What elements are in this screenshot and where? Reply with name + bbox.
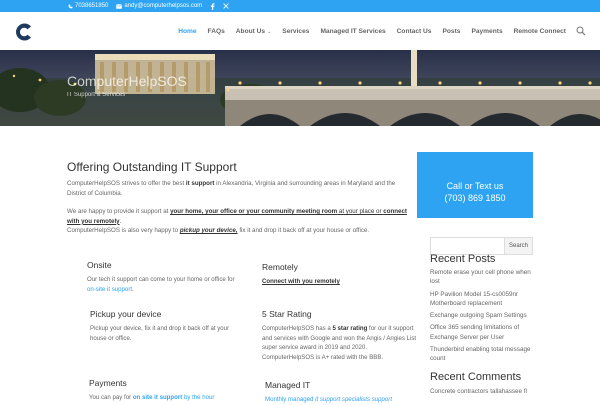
nav-about-us-label: About Us (235, 27, 266, 35)
feature-payments: Payments You can pay for on site it supp… (89, 378, 244, 403)
recent-post-link[interactable]: Office 365 sending limitations of Exchan… (430, 323, 536, 342)
nav-faqs[interactable]: FAQs (208, 28, 225, 35)
feature-title: Managed IT (265, 380, 311, 390)
facebook-icon (210, 2, 215, 10)
p2-text-f: ComputerHelpSOS is also very happy to (67, 227, 180, 235)
cta-phone-number: (703) 869 1850 (444, 193, 506, 203)
hero-banner: ComputerHelpSOS IT Support & Services (0, 50, 600, 126)
feature-title: Onsite (87, 260, 112, 270)
feature-onsite: Onsite Our tech it support can come to y… (87, 260, 242, 294)
nav-contact-us[interactable]: Contact Us (397, 28, 432, 35)
star-text-a: ComputerHelpSOS has a (262, 325, 333, 332)
nav-services[interactable]: Services (282, 28, 309, 35)
recent-post-link[interactable]: HP Pavilion Model 15-cs0059nr Motherboar… (430, 290, 536, 309)
feature-pickup: Pickup your device Pickup your device, f… (90, 309, 245, 343)
p2-text-h: fix it and drop it back off at your hous… (237, 227, 370, 235)
onsite-text: Our tech it support can come to your hom… (87, 276, 235, 283)
x-twitter-icon (223, 3, 229, 9)
x-twitter-link[interactable] (223, 3, 229, 9)
page-heading: Offering Outstanding IT Support (67, 160, 237, 174)
star-rating-keyword: 5 star rating (332, 325, 368, 332)
recent-posts-list: Remote erase your cell phone when lost H… (430, 268, 536, 367)
nav-home[interactable]: Home (178, 28, 196, 35)
top-bar: 7038651850 andy@computerhelpsos.com (0, 0, 600, 12)
feature-managed-it: Managed IT Monthly managed it support sp… (265, 380, 420, 405)
onsite-text-end: . (132, 285, 134, 293)
intro-paragraph: ComputerHelpSOS strives to offer the bes… (67, 179, 412, 198)
email-address: andy@computerhelpsos.com (124, 3, 203, 9)
cta-line-1: Call or Text us (446, 181, 504, 191)
feature-text: Our tech it support can come to your hom… (87, 275, 242, 294)
p2-text-c: at your place or (337, 208, 384, 216)
nav-about-us[interactable]: About Us ⌄ (236, 28, 272, 35)
recent-comments-heading: Recent Comments (430, 371, 522, 383)
recent-posts-heading: Recent Posts (430, 253, 496, 265)
recent-post-link[interactable]: Exchange outgoing Spam Settings (430, 311, 536, 320)
nav-remote-connect[interactable]: Remote Connect (514, 28, 566, 35)
feature-text: ComputerHelpSOS has a 5 star rating for … (262, 324, 417, 362)
feature-title: Pickup your device (90, 309, 162, 319)
topbar-phone[interactable]: 7038651850 (68, 3, 108, 9)
main-nav: Home FAQs About Us ⌄ Services Managed IT … (178, 12, 566, 50)
feature-text: Connect with you remotely (262, 277, 417, 287)
intro-text-a: ComputerHelpSOS strives to offer the bes… (67, 180, 186, 187)
call-to-action-box[interactable]: Call or Text us (703) 869 1850 (417, 152, 533, 218)
p2-text-e: . (119, 217, 122, 225)
link-connect-with-you-remotely[interactable]: Connect with you remotely (262, 278, 340, 285)
main-content: Offering Outstanding IT Support Computer… (67, 160, 412, 236)
feature-text: Pickup your device, fix it and drop it b… (90, 325, 230, 342)
facebook-link[interactable] (210, 2, 215, 10)
services-paragraph: We are happy to provide it support at yo… (67, 207, 412, 236)
phone-number: 7038651850 (75, 3, 109, 9)
p2-text-a: We are happy to provide it support at (67, 208, 171, 216)
search-icon[interactable] (576, 26, 586, 36)
feature-text: You can pay for on site it support by th… (89, 393, 244, 403)
feature-title: Payments (89, 378, 127, 388)
site-logo[interactable] (14, 22, 34, 42)
link-your-home-office[interactable]: your home, your office or your community… (170, 208, 337, 215)
nav-managed-it[interactable]: Managed IT Services (320, 28, 385, 35)
email-icon (116, 3, 123, 9)
phone-icon (68, 4, 73, 8)
topbar-email[interactable]: andy@computerhelpsos.com (116, 3, 202, 9)
hero-subtitle: IT Support & Services (67, 92, 126, 98)
link-on-site-it-support[interactable]: on-site it support (87, 286, 132, 293)
feature-remotely: Remotely Connect with you remotely (262, 262, 417, 287)
link-pickup-device[interactable]: pickup your device, (180, 227, 238, 234)
nav-payments[interactable]: Payments (471, 28, 502, 35)
recent-post-link[interactable]: Remote erase your cell phone when lost (430, 268, 536, 287)
chevron-down-icon: ⌄ (267, 28, 272, 35)
search-button[interactable]: Search (504, 237, 533, 255)
recent-comment-link[interactable]: Concrete contractors tallahassee fl (430, 388, 527, 395)
hero-title: ComputerHelpSOS (67, 73, 187, 89)
intro-keyword: it support (185, 180, 215, 187)
recent-post-link[interactable]: Thunderbird enabling total message count (430, 345, 536, 364)
feature-5-star: 5 Star Rating ComputerHelpSOS has a 5 st… (262, 309, 417, 362)
feature-title: Remotely (262, 262, 298, 272)
nav-posts[interactable]: Posts (442, 28, 460, 35)
feature-title: 5 Star Rating (262, 309, 312, 319)
site-header: Home FAQs About Us ⌄ Services Managed IT … (0, 12, 600, 50)
